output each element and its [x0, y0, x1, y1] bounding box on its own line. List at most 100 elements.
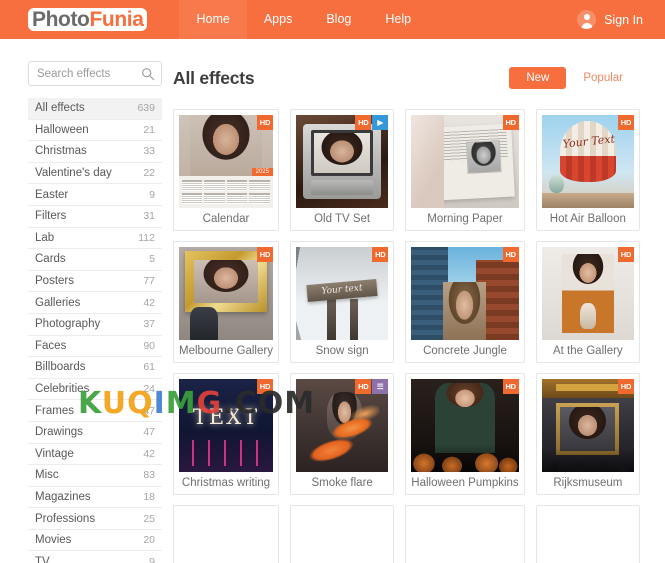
- sidebar-item-magazines[interactable]: Magazines 18: [28, 487, 162, 509]
- sidebar-item-count: 22: [143, 167, 155, 180]
- sidebar-item-billboards[interactable]: Billboards 61: [28, 357, 162, 379]
- sidebar-item-count: 33: [143, 145, 155, 158]
- nav-item-apps[interactable]: Apps: [247, 0, 310, 39]
- sidebar-item-label: TV: [35, 555, 50, 563]
- effect-thumbnail: HD: [541, 379, 634, 472]
- effect-card[interactable]: Your text HD Snow sign: [289, 241, 395, 363]
- sidebar-item-count: 61: [143, 361, 155, 374]
- hd-badge-icon: HD: [256, 115, 273, 130]
- main-navigation: Home Apps Blog Help: [179, 0, 428, 39]
- effect-label: Halloween Pumpkins: [411, 477, 519, 489]
- effect-card[interactable]: [173, 505, 279, 563]
- sidebar-item-label: Magazines: [35, 490, 91, 503]
- effect-card[interactable]: [535, 505, 640, 563]
- sidebar-item-filters[interactable]: Filters 31: [28, 206, 162, 228]
- hd-badge-icon: HD: [355, 115, 372, 130]
- search-box[interactable]: [28, 61, 162, 86]
- sort-popular-button[interactable]: Popular: [566, 67, 640, 89]
- effect-artwork: [541, 511, 634, 563]
- hd-badge-icon: HD: [618, 379, 634, 394]
- effect-label: Morning Paper: [427, 213, 503, 225]
- sidebar-item-count: 5: [149, 253, 155, 266]
- hd-badge-icon: HD: [372, 247, 389, 262]
- site-logo[interactable]: Photo Funia: [28, 8, 148, 31]
- effect-card[interactable]: TEXT HD Christmas writing: [173, 373, 279, 495]
- sidebar-item-faces[interactable]: Faces 90: [28, 336, 162, 358]
- effect-thumbnail: HD ☰: [295, 379, 389, 472]
- sidebar-item-christmas[interactable]: Christmas 33: [28, 141, 162, 163]
- effect-card[interactable]: Your Text HD Hot Air Balloon: [535, 109, 640, 231]
- effect-thumbnail: HD ▶: [295, 115, 389, 208]
- effect-label: Snow sign: [315, 345, 369, 357]
- effect-label: Hot Air Balloon: [549, 213, 626, 225]
- sidebar-item-posters[interactable]: Posters 77: [28, 271, 162, 293]
- badge-group: HD ▶: [355, 115, 389, 130]
- hd-badge-icon: HD: [502, 115, 519, 130]
- effect-thumbnail: [411, 511, 519, 563]
- sidebar-item-count: 9: [149, 188, 155, 201]
- sidebar-item-count: 37: [143, 318, 155, 331]
- nav-item-home[interactable]: Home: [179, 0, 247, 39]
- sidebar-item-misc[interactable]: Misc 83: [28, 465, 162, 487]
- effect-card[interactable]: [405, 505, 525, 563]
- badge-group: HD: [502, 379, 519, 394]
- sidebar-item-galleries[interactable]: Galleries 42: [28, 292, 162, 314]
- search-input[interactable]: [29, 62, 161, 85]
- sidebar-item-easter[interactable]: Easter 9: [28, 184, 162, 206]
- effect-thumbnail: [295, 511, 389, 563]
- badge-group: HD: [256, 115, 273, 130]
- effect-card[interactable]: 2025 HD Calendar: [173, 109, 279, 231]
- sidebar-item-lab[interactable]: Lab 112: [28, 228, 162, 250]
- nav-item-blog[interactable]: Blog: [309, 0, 368, 39]
- effect-card[interactable]: HD ▶ Old TV Set: [289, 109, 395, 231]
- user-avatar-icon: [577, 10, 597, 29]
- sidebar-item-count: 20: [143, 534, 155, 547]
- sort-new-button[interactable]: New: [509, 67, 567, 89]
- effect-card[interactable]: HD Concrete Jungle: [405, 241, 525, 363]
- effect-overlay-text: TEXT: [192, 405, 260, 430]
- effect-card[interactable]: HD Halloween Pumpkins: [405, 373, 525, 495]
- sidebar-item-photography[interactable]: Photography 37: [28, 314, 162, 336]
- sidebar-item-celebrities[interactable]: Celebrities 24: [28, 379, 162, 401]
- category-list: All effects 639 Halloween 21 Christmas 33 Vale…: [28, 98, 162, 563]
- nav-item-help[interactable]: Help: [368, 0, 428, 39]
- sidebar-item-frames[interactable]: Frames 47: [28, 400, 162, 422]
- effect-card[interactable]: HD Melbourne Gallery: [173, 241, 279, 363]
- effect-card[interactable]: HD Rijksmuseum: [535, 373, 640, 495]
- effect-card[interactable]: HD At the Gallery: [535, 241, 640, 363]
- sidebar-item-label: Cards: [35, 253, 66, 266]
- hd-badge-icon: HD: [618, 247, 634, 262]
- effect-label: Rijksmuseum: [553, 477, 623, 489]
- effect-label: Old TV Set: [314, 213, 371, 225]
- sidebar-item-label: Movies: [35, 534, 72, 547]
- effect-card[interactable]: HD Morning Paper: [405, 109, 525, 231]
- effect-thumbnail: 2025 HD: [179, 115, 273, 208]
- sidebar-item-label: Galleries: [35, 296, 81, 309]
- sidebar-item-count: 25: [143, 512, 155, 525]
- hd-badge-icon: HD: [502, 379, 519, 394]
- main-header: All effects New Popular: [173, 61, 640, 95]
- badge-group: HD: [618, 247, 634, 262]
- sidebar-item-valentine-s-day[interactable]: Valentine's day 22: [28, 163, 162, 185]
- sidebar-item-tv[interactable]: TV 9: [28, 551, 162, 563]
- sidebar-item-count: 639: [137, 102, 155, 115]
- sidebar-item-cards[interactable]: Cards 5: [28, 249, 162, 271]
- sidebar-item-drawings[interactable]: Drawings 47: [28, 422, 162, 444]
- badge-group: HD ☰: [355, 379, 389, 394]
- sidebar-item-label: Billboards: [35, 361, 86, 374]
- sidebar-item-movies[interactable]: Movies 20: [28, 530, 162, 552]
- sidebar-item-vintage[interactable]: Vintage 42: [28, 444, 162, 466]
- sidebar-item-count: 112: [138, 231, 155, 244]
- effect-thumbnail: TEXT HD: [179, 379, 273, 472]
- sidebar-item-all-effects[interactable]: All effects 639: [28, 98, 162, 120]
- sidebar-item-count: 47: [143, 426, 155, 439]
- sidebar-item-label: Frames: [35, 404, 74, 417]
- effect-card[interactable]: [289, 505, 395, 563]
- sign-in-button[interactable]: Sign In: [577, 0, 643, 39]
- effects-grid: 2025 HD Calendar HD ▶ Old TV Set HD Morning Pap…: [173, 109, 640, 563]
- badge-group: HD: [256, 379, 273, 394]
- sidebar-item-professions[interactable]: Professions 25: [28, 508, 162, 530]
- hd-badge-icon: HD: [355, 379, 372, 394]
- sidebar-item-halloween[interactable]: Halloween 21: [28, 120, 162, 142]
- effect-card[interactable]: HD ☰ Smoke flare: [289, 373, 395, 495]
